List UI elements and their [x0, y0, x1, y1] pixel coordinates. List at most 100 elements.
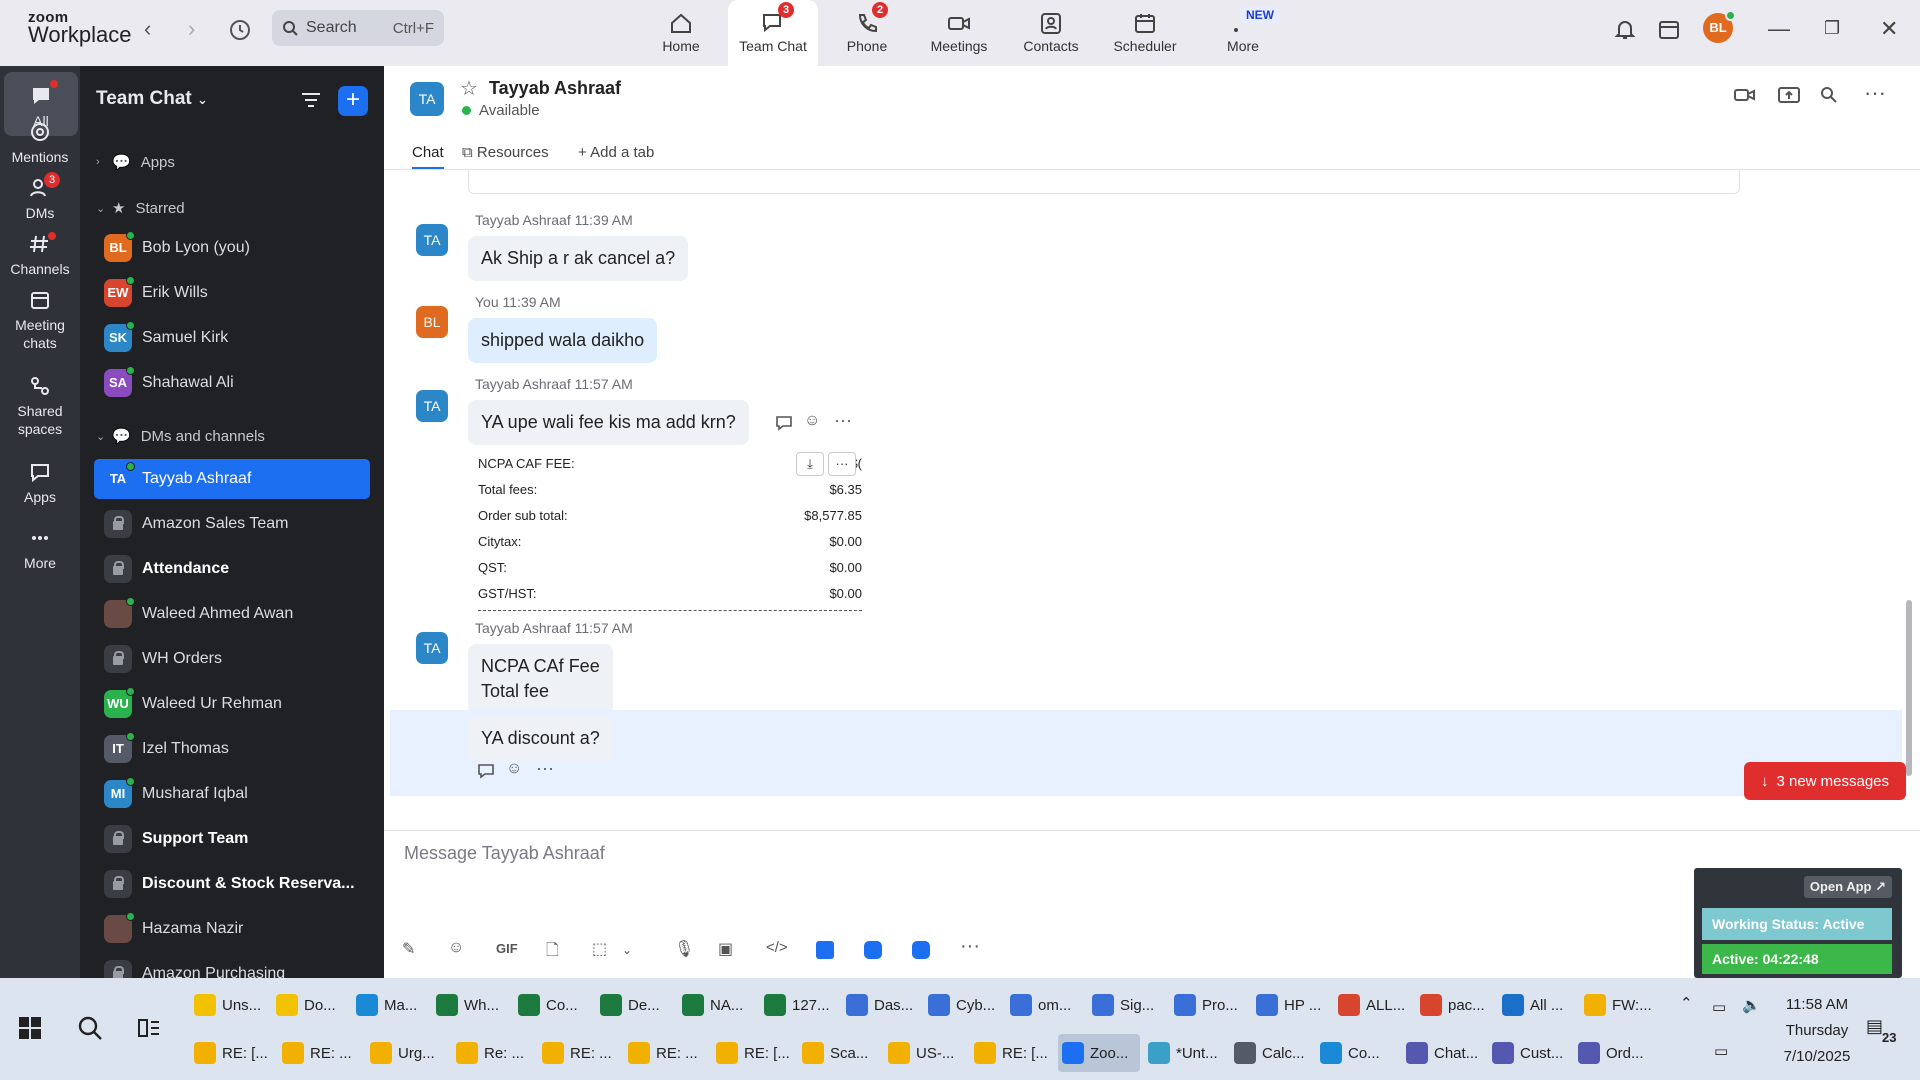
microphone-icon[interactable]: 🎙: [674, 939, 694, 959]
app-icon[interactable]: [816, 941, 834, 959]
more-options-icon[interactable]: ···: [1864, 80, 1886, 106]
battery-icon[interactable]: ▭: [1712, 998, 1726, 1016]
sidebar-item-dm[interactable]: Discount & Stock Reserva...: [94, 864, 370, 904]
rail-more[interactable]: More: [0, 526, 80, 572]
taskbar-item[interactable]: Pro...: [1170, 986, 1248, 1024]
taskbar-item[interactable]: Chat...: [1402, 1034, 1484, 1072]
sidebar-item-dm[interactable]: Amazon Sales Team: [94, 504, 370, 544]
chat-title[interactable]: Tayyab Ashraaf: [489, 78, 621, 99]
taskbar-item[interactable]: Do...: [272, 986, 348, 1024]
code-icon[interactable]: </>: [766, 939, 788, 956]
taskbar-item[interactable]: *Unt...: [1144, 1034, 1226, 1072]
message-bubble[interactable]: YA discount a?: [468, 716, 613, 761]
rail-mentions[interactable]: Mentions: [0, 120, 80, 166]
search-icon[interactable]: [76, 1014, 104, 1042]
scrollbar-thumb[interactable]: [1906, 600, 1912, 776]
minimize-icon[interactable]: —: [1768, 16, 1790, 42]
sidebar-item-starred[interactable]: SK Samuel Kirk: [94, 318, 370, 358]
taskbar-item[interactable]: Das...: [842, 986, 920, 1024]
taskbar-item[interactable]: RE: [...: [970, 1034, 1054, 1072]
taskbar-item[interactable]: All ...: [1498, 986, 1576, 1024]
forward-arrow-icon[interactable]: ›: [188, 16, 195, 42]
sidebar-item-dm[interactable]: TA Tayyab Ashraaf: [94, 459, 370, 499]
sidebar-item-dm[interactable]: WU Waleed Ur Rehman: [94, 684, 370, 724]
user-avatar[interactable]: BL: [1703, 10, 1736, 43]
task-view-icon[interactable]: [138, 1018, 160, 1038]
new-chat-button[interactable]: +: [338, 86, 368, 116]
app-icon[interactable]: [912, 941, 930, 959]
section-dms[interactable]: ⌄ 💬 DMs and channels: [96, 424, 265, 448]
sidebar-item-dm[interactable]: Support Team: [94, 819, 370, 859]
taskbar-item[interactable]: Ma...: [352, 986, 428, 1024]
message-bubble[interactable]: YA upe wali fee kis ma add krn?: [468, 400, 749, 445]
taskbar-item[interactable]: US-...: [884, 1034, 966, 1072]
taskbar-item[interactable]: Sca...: [798, 1034, 880, 1072]
network-icon[interactable]: ▭: [1714, 1042, 1728, 1060]
video-call-icon[interactable]: [1734, 86, 1756, 109]
nav-tab-home[interactable]: Home: [636, 0, 726, 66]
more-options-icon[interactable]: ···: [834, 410, 852, 431]
message-composer[interactable]: Message Tayyab Ashraaf ✎ ☺ GIF 🗋 ⬚ ⌄ 🎙 ▣…: [384, 830, 1920, 978]
taskbar-item[interactable]: Calc...: [1230, 1034, 1312, 1072]
sidebar-item-dm[interactable]: WH Orders: [94, 639, 370, 679]
rail-channels[interactable]: Channels: [0, 232, 80, 278]
chevron-down-icon[interactable]: ⌄: [622, 943, 632, 957]
taskbar-item[interactable]: 127...: [760, 986, 838, 1024]
sidebar-item-dm[interactable]: Attendance: [94, 549, 370, 589]
star-icon[interactable]: ☆: [460, 76, 478, 101]
taskbar-item[interactable]: RE: ...: [624, 1034, 708, 1072]
reply-icon[interactable]: [476, 762, 496, 785]
taskbar-item[interactable]: Wh...: [432, 986, 510, 1024]
taskbar-item[interactable]: Zoo...: [1058, 1034, 1140, 1072]
taskbar-item[interactable]: RE: [...: [712, 1034, 794, 1072]
nav-tab-phone[interactable]: 2 Phone: [822, 0, 912, 66]
message-bubble[interactable]: shipped wala daikho: [468, 318, 658, 363]
open-app-button[interactable]: Open App ↗: [1803, 876, 1892, 898]
file-icon[interactable]: 🗋: [546, 939, 559, 966]
taskbar-item[interactable]: FW:...: [1580, 986, 1658, 1024]
taskbar-item[interactable]: RE: ...: [538, 1034, 620, 1072]
screenshot-icon[interactable]: ⬚: [592, 939, 607, 959]
taskbar-item[interactable]: Sig...: [1088, 986, 1166, 1024]
volume-icon[interactable]: 🔈: [1742, 996, 1761, 1014]
scrollbar[interactable]: [1906, 170, 1912, 810]
new-messages-button[interactable]: ↓ 3 new messages: [1744, 762, 1906, 800]
sidebar-item-starred[interactable]: EW Erik Wills: [94, 273, 370, 313]
taskbar-item[interactable]: Re: ...: [452, 1034, 534, 1072]
more-options-icon[interactable]: ···: [960, 935, 980, 958]
sidebar-item-dm[interactable]: Waleed Ahmed Awan: [94, 594, 370, 634]
download-icon[interactable]: ⤓: [796, 452, 824, 476]
rail-dms[interactable]: 3 DMs: [0, 172, 80, 222]
app-icon[interactable]: [864, 941, 882, 959]
chevron-up-icon[interactable]: ⌃: [1680, 994, 1693, 1012]
nav-tab-scheduler[interactable]: Scheduler: [1100, 0, 1190, 66]
section-starred[interactable]: ⌄ ★ Starred: [96, 196, 185, 220]
share-screen-icon[interactable]: [1778, 86, 1800, 109]
taskbar-item[interactable]: Co...: [1316, 1034, 1398, 1072]
taskbar-item[interactable]: om...: [1006, 986, 1084, 1024]
taskbar-item[interactable]: RE: ...: [278, 1034, 362, 1072]
taskbar-item[interactable]: De...: [596, 986, 674, 1024]
restore-icon[interactable]: ❐: [1824, 18, 1840, 39]
tab-chat[interactable]: Chat: [412, 144, 444, 169]
emoji-icon[interactable]: ☺: [448, 939, 464, 957]
sidebar-item-starred[interactable]: BL Bob Lyon (you): [94, 228, 370, 268]
taskbar-item[interactable]: RE: [...: [190, 1034, 274, 1072]
sidebar-title[interactable]: Team Chat ⌄: [96, 88, 208, 110]
rail-meeting-chats[interactable]: Meeting chats: [0, 288, 80, 352]
rail-shared-spaces[interactable]: Shared spaces: [0, 374, 80, 438]
sidebar-item-starred[interactable]: SA Shahawal Ali: [94, 363, 370, 403]
taskbar-item[interactable]: Cyb...: [924, 986, 1002, 1024]
taskbar-item[interactable]: ALL...: [1334, 986, 1412, 1024]
message-bubble[interactable]: Ak Ship a r ak cancel a?: [468, 236, 689, 281]
video-message-icon[interactable]: ▣: [718, 939, 733, 959]
taskbar-item[interactable]: Co...: [514, 986, 592, 1024]
format-icon[interactable]: ✎: [402, 939, 415, 959]
sidebar-item-dm[interactable]: IT Izel Thomas: [94, 729, 370, 769]
message-bubble[interactable]: NCPA CAf Fee Total fee: [468, 644, 613, 714]
taskbar-item[interactable]: Ord...: [1574, 1034, 1656, 1072]
more-options-icon[interactable]: ···: [828, 452, 856, 476]
sidebar-item-dm[interactable]: MI Musharaf Iqbal: [94, 774, 370, 814]
taskbar-item[interactable]: Urg...: [366, 1034, 448, 1072]
nav-tab-contacts[interactable]: Contacts: [1006, 0, 1096, 66]
